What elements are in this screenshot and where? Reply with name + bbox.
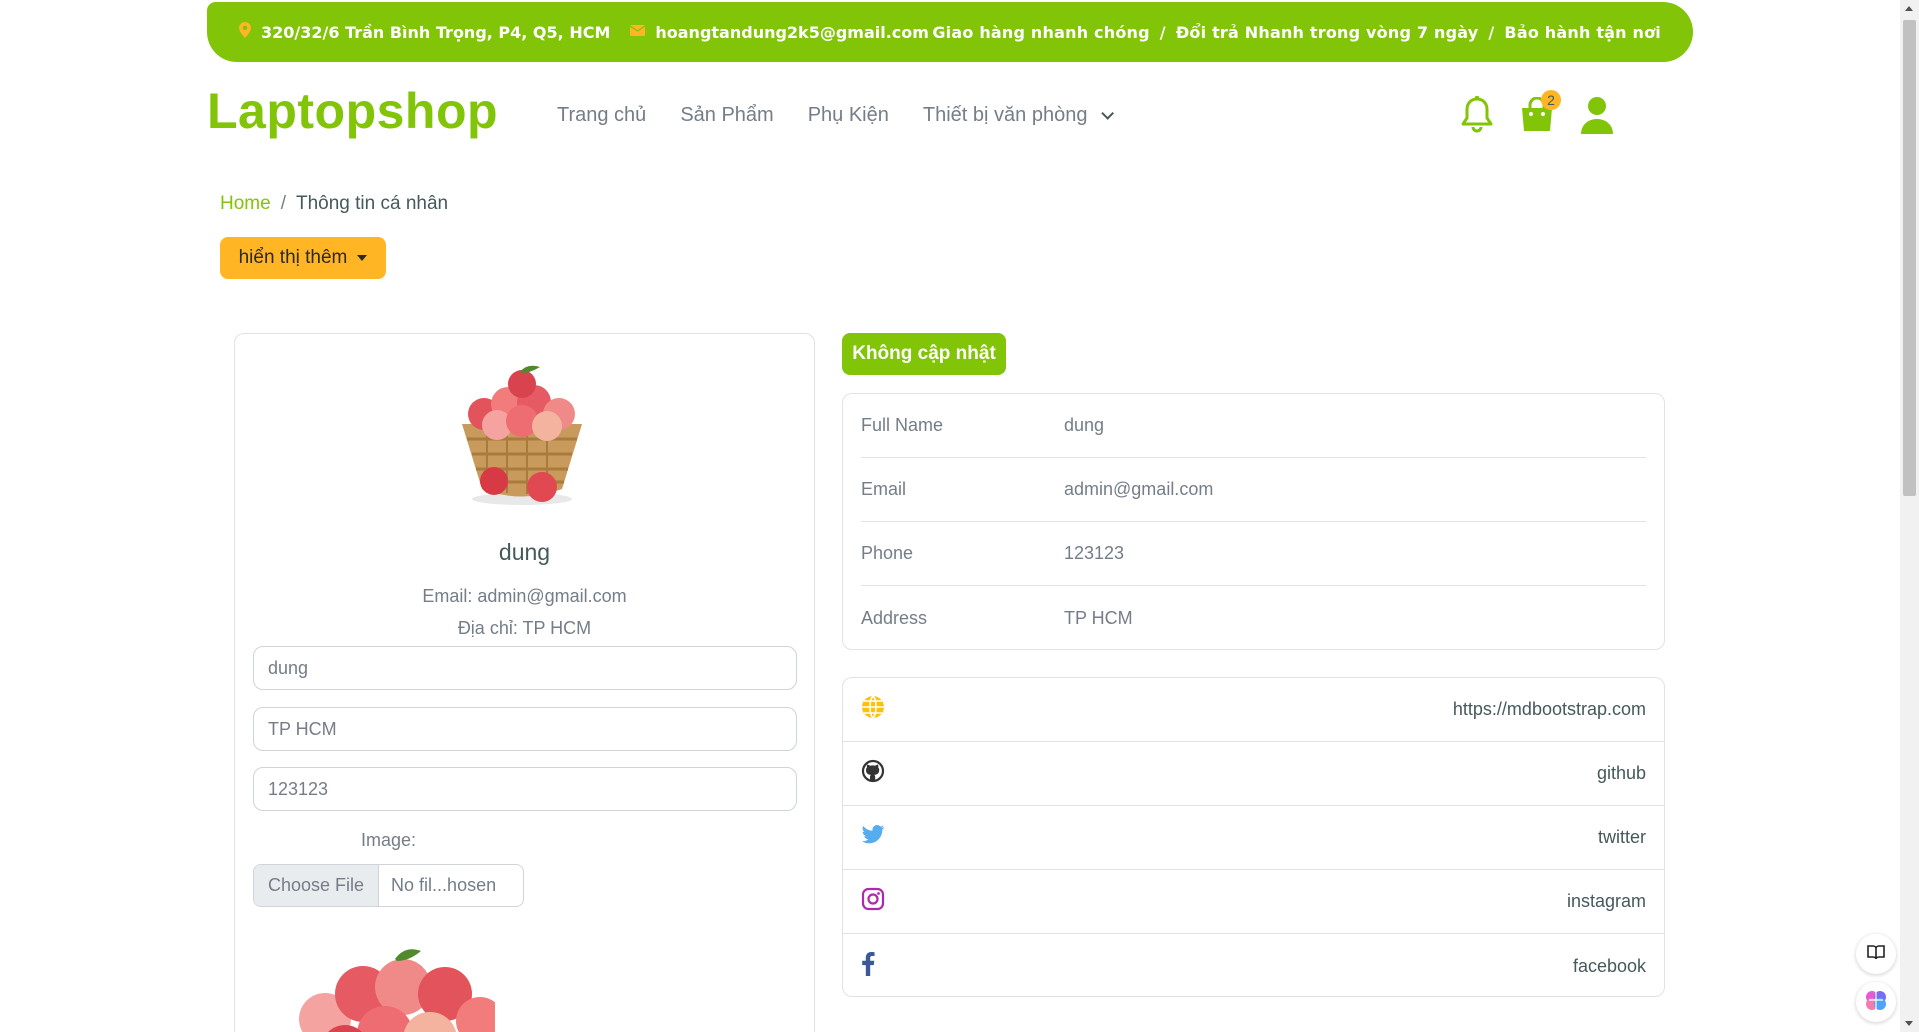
- info-value: admin@gmail.com: [1064, 479, 1214, 499]
- chevron-down-icon: [1101, 107, 1115, 120]
- topbar-email: hoangtandung2k5@gmail.com: [630, 23, 929, 42]
- breadcrumb-home[interactable]: Home: [220, 193, 271, 215]
- address-input[interactable]: TP HCM: [253, 707, 797, 751]
- social-row-instagram[interactable]: instagram: [843, 870, 1664, 934]
- ai-assistant-button[interactable]: [1856, 982, 1896, 1022]
- info-label: Phone: [861, 543, 914, 563]
- brand-logo[interactable]: Laptopshop: [207, 82, 498, 140]
- promo-returns[interactable]: Đổi trả Nhanh trong vòng 7 ngày: [1176, 23, 1479, 42]
- nav-accessories[interactable]: Phụ Kiện: [808, 104, 889, 127]
- breadcrumb-separator: /: [280, 193, 286, 214]
- profile-email: Email: admin@gmail.com: [422, 586, 627, 606]
- info-row-phone: Phone 123123: [861, 522, 1646, 586]
- nav-office-dropdown[interactable]: Thiết bị văn phòng: [922, 104, 1115, 127]
- promo-separator: /: [1159, 22, 1166, 42]
- caret-down-icon: [357, 255, 368, 261]
- no-update-button[interactable]: Không cập nhật: [842, 333, 1006, 375]
- topbar-contact: 320/32/6 Trần Bình Trọng, P4, Q5, HCM ho…: [239, 22, 929, 42]
- book-icon: [1867, 944, 1885, 964]
- file-name-text: No fil...hosen: [391, 875, 497, 895]
- scroll-up-arrow-icon[interactable]: [1905, 6, 1913, 11]
- shopping-bag-icon: [1520, 96, 1554, 137]
- page-scrollbar[interactable]: [1900, 0, 1919, 1032]
- info-label: Full Name: [861, 415, 944, 435]
- choose-file-button[interactable]: Choose File: [254, 865, 380, 906]
- envelope-icon: [630, 24, 646, 40]
- topbar-promos: Giao hàng nhanh chóng / Đổi trả Nhanh tr…: [932, 23, 1661, 42]
- profile-name: dung: [498, 539, 551, 565]
- nav-office-label: Thiết bị văn phòng: [922, 104, 1088, 126]
- avatar: [442, 359, 602, 509]
- cart-button[interactable]: 2: [1520, 90, 1561, 137]
- info-value: TP HCM: [1064, 607, 1133, 628]
- breadcrumb: Home / Thông tin cá nhân: [220, 193, 448, 215]
- user-icon[interactable]: [1580, 96, 1614, 138]
- info-row-email: Email admin@gmail.com: [861, 458, 1646, 522]
- social-website-text: https://mdbootstrap.com: [1452, 699, 1646, 719]
- promo-fast-delivery[interactable]: Giao hàng nhanh chóng: [932, 23, 1149, 42]
- cart-count-badge: 2: [1541, 90, 1561, 110]
- bell-icon[interactable]: [1460, 96, 1494, 138]
- social-links-card: https://mdbootstrap.com github twitter i…: [842, 677, 1665, 997]
- image-file-input[interactable]: Choose File No fil...hosen: [253, 864, 524, 907]
- breadcrumb-current: Thông tin cá nhân: [295, 193, 449, 214]
- info-value: 123123: [1064, 543, 1125, 563]
- phone-input[interactable]: 123123: [253, 767, 797, 811]
- info-value: dung: [1064, 415, 1105, 435]
- github-icon: [861, 759, 885, 788]
- show-more-label: hiển thị thêm: [238, 247, 348, 268]
- social-instagram-text: instagram: [1566, 891, 1646, 911]
- nav-icons: 2: [1460, 90, 1614, 138]
- social-row-twitter[interactable]: twitter: [843, 806, 1664, 870]
- map-marker-icon: [239, 22, 251, 42]
- social-row-facebook[interactable]: facebook: [843, 934, 1664, 998]
- email-text[interactable]: hoangtandung2k5@gmail.com: [655, 23, 929, 42]
- scroll-thumb[interactable]: [1903, 20, 1916, 496]
- info-row-address: Address TP HCM: [861, 586, 1646, 650]
- twitter-icon: [861, 824, 885, 851]
- main-nav: Trang chủ Sản Phẩm Phụ Kiện Thiết bị văn…: [557, 104, 1115, 127]
- address-text[interactable]: 320/32/6 Trần Bình Trọng, P4, Q5, HCM: [261, 23, 610, 42]
- image-preview: [295, 939, 495, 1032]
- social-row-github[interactable]: github: [843, 742, 1664, 806]
- info-label: Address: [861, 607, 928, 628]
- promo-warranty[interactable]: Bảo hành tận nơi: [1504, 23, 1661, 42]
- profile-address: Địa chỉ: TP HCM: [457, 618, 592, 638]
- topbar-address: 320/32/6 Trần Bình Trọng, P4, Q5, HCM: [239, 22, 610, 42]
- profile-card: dung Email: admin@gmail.com Địa chỉ: TP …: [234, 333, 815, 1032]
- globe-icon: [861, 695, 885, 724]
- social-facebook-text: facebook: [1572, 955, 1646, 976]
- image-label: Image:: [361, 830, 417, 850]
- promo-separator: /: [1488, 22, 1495, 42]
- scroll-down-arrow-icon[interactable]: [1905, 1021, 1913, 1026]
- show-more-dropdown-button[interactable]: hiển thị thêm: [220, 237, 386, 279]
- instagram-icon: [861, 887, 885, 916]
- social-twitter-text: twitter: [1597, 827, 1646, 847]
- info-row-fullname: Full Name dung: [861, 394, 1646, 458]
- info-card: Full Name dung Email admin@gmail.com Pho…: [842, 393, 1665, 650]
- nav-products[interactable]: Sản Phẩm: [680, 104, 773, 127]
- facebook-icon: [861, 951, 875, 981]
- social-github-text: github: [1596, 763, 1646, 783]
- reader-mode-button[interactable]: [1856, 934, 1896, 974]
- social-row-website[interactable]: https://mdbootstrap.com: [843, 678, 1664, 742]
- name-input[interactable]: dung: [253, 646, 797, 690]
- nav-home[interactable]: Trang chủ: [557, 104, 646, 127]
- brain-icon: [1864, 989, 1888, 1015]
- topbar: 320/32/6 Trần Bình Trọng, P4, Q5, HCM ho…: [207, 2, 1693, 62]
- info-label: Email: [861, 479, 907, 499]
